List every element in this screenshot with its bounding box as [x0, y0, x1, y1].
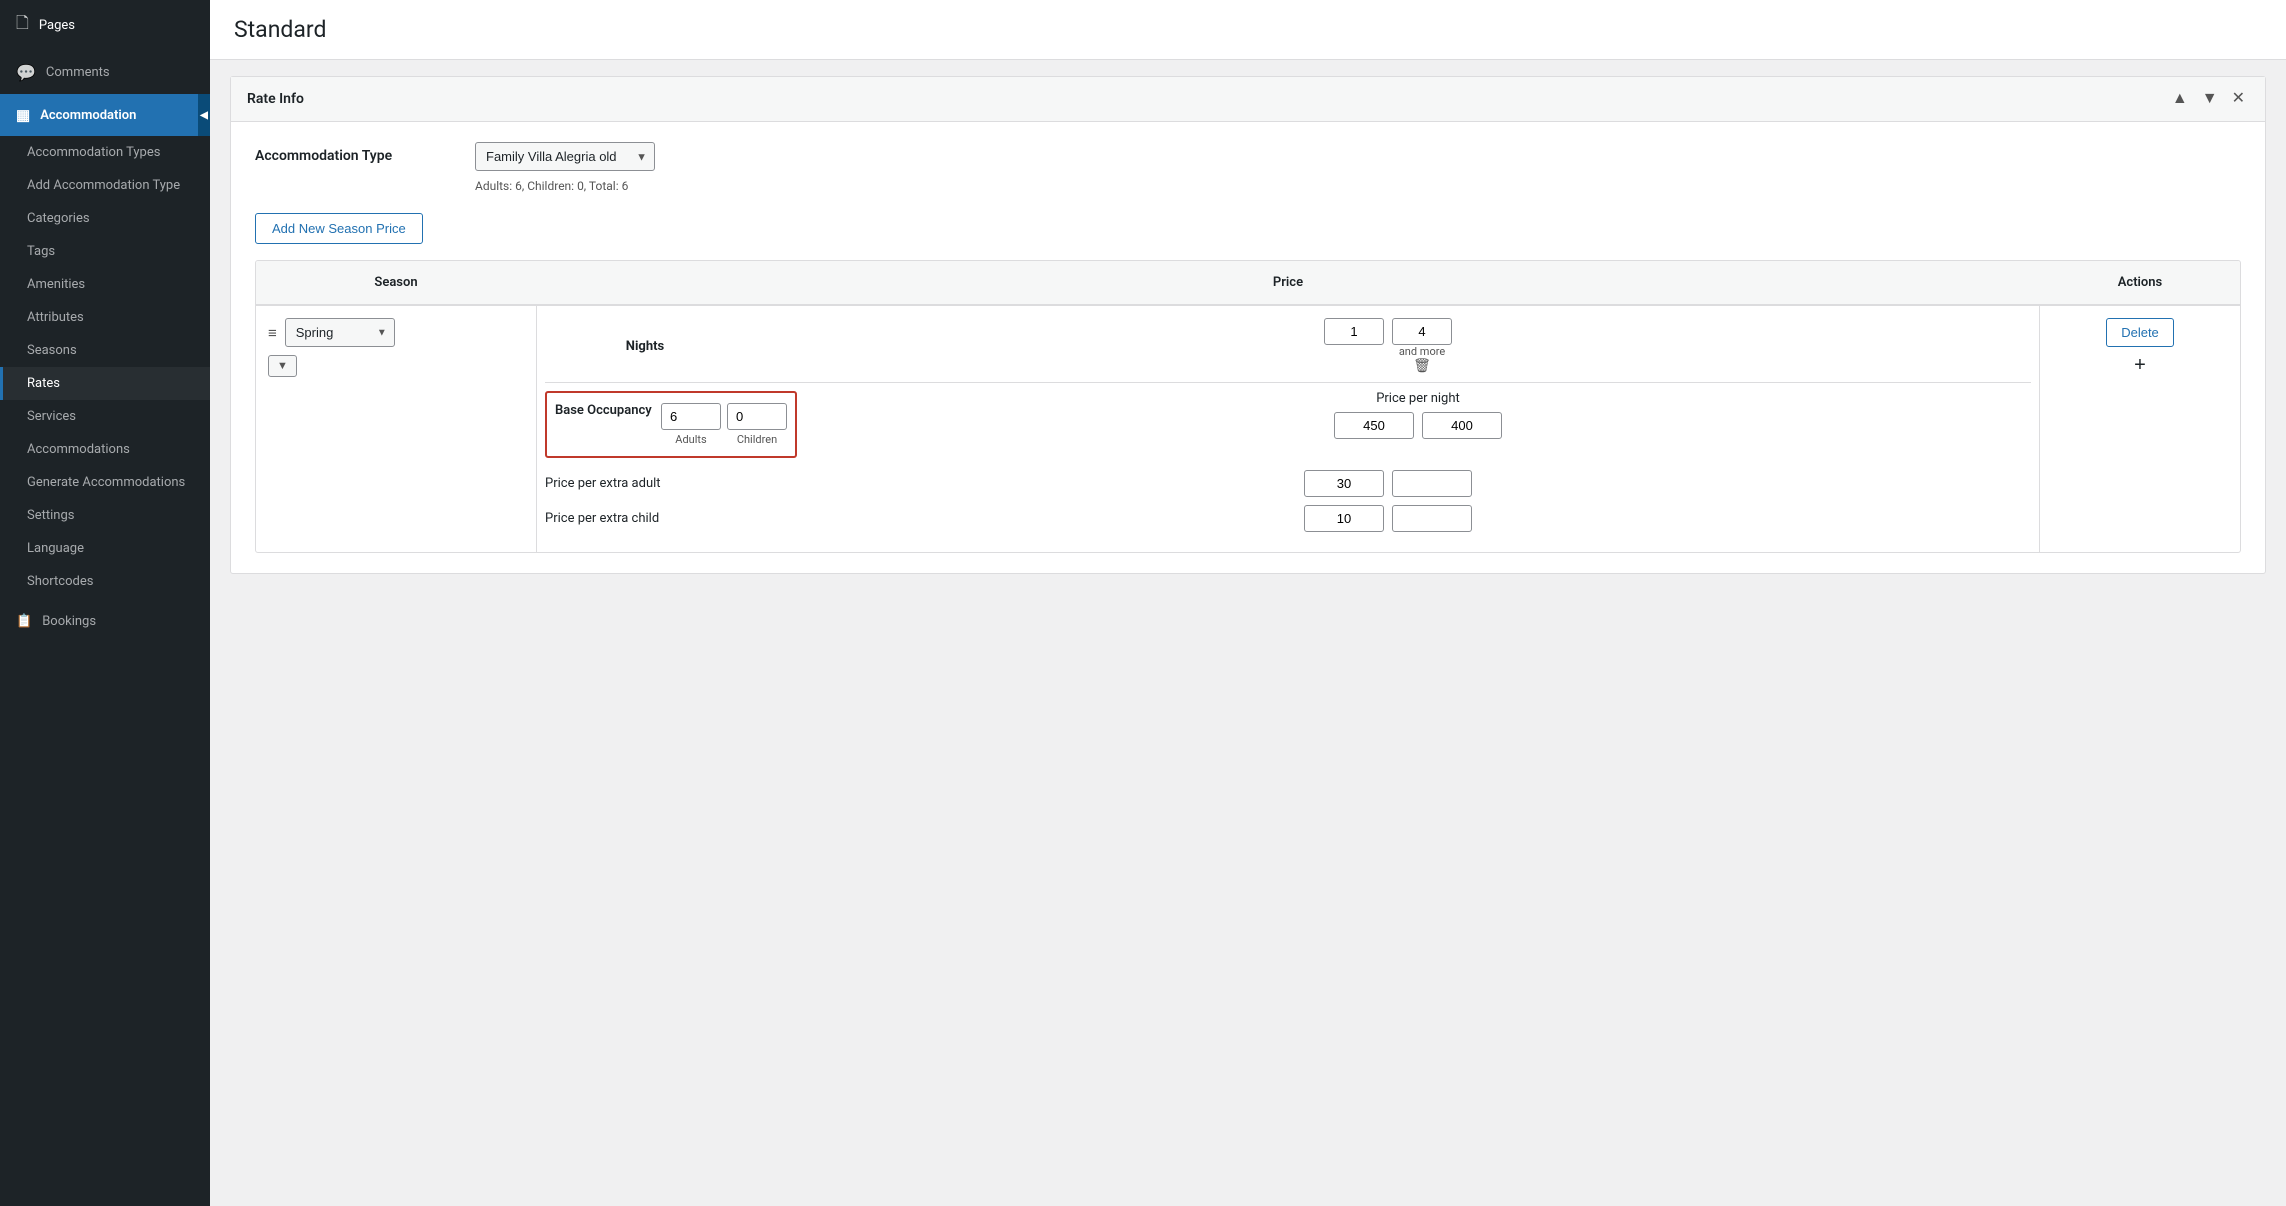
actions-col-header: Actions [2040, 271, 2240, 294]
sidebar-section-arrow: ◀ [198, 94, 210, 136]
page-title-bar: Standard [210, 0, 2286, 60]
delete-night-col-icon[interactable]: 🗑 [1413, 358, 1431, 374]
ppn-section: Price per night [797, 391, 2031, 439]
panel-collapse-down-btn[interactable]: ▼ [2198, 89, 2222, 109]
night-col1-input[interactable] [1324, 318, 1384, 345]
season-table-header: Season Price Actions [256, 261, 2240, 305]
panel-title: Rate Info [247, 91, 304, 107]
sidebar-item-tags[interactable]: Tags [0, 235, 210, 268]
base-occ-label-wrap: Base Occupancy Adults Children [545, 391, 797, 458]
season-col-header: Season [256, 271, 536, 294]
sidebar-item-attributes[interactable]: Attributes [0, 301, 210, 334]
sidebar-item-comments-label: Comments [46, 65, 110, 80]
accommodation-type-select[interactable]: Family Villa Alegria old [475, 142, 655, 171]
price-col-header: Price [536, 271, 2040, 294]
extra-adult-row: Price per extra adult [545, 470, 2031, 497]
ppn-inputs [1334, 412, 1502, 439]
price-night2-input[interactable] [1422, 412, 1502, 439]
night-col1-display [1324, 318, 1384, 374]
extra-child-price1-input[interactable] [1304, 505, 1384, 532]
sidebar-item-seasons[interactable]: Seasons [0, 334, 210, 367]
extra-adult-inputs [745, 470, 2031, 497]
panel-controls: ▲ ▼ ✕ [2168, 89, 2249, 109]
season-expand-btn[interactable]: ▼ [268, 355, 297, 377]
nights-header-row: Nights and more 🗑 [545, 318, 2031, 383]
drag-handle-icon[interactable]: ≡ [268, 324, 277, 342]
night-col2-display: and more 🗑 [1392, 318, 1452, 374]
base-occupancy-label: Base Occupancy [555, 403, 655, 418]
children-input-group: Children [727, 403, 787, 446]
sidebar-section-label: Accommodation [40, 108, 136, 123]
accommodation-type-subtext: Adults: 6, Children: 0, Total: 6 [475, 179, 655, 193]
and-more-label: and more [1399, 345, 1445, 358]
extra-adult-price1-input[interactable] [1304, 470, 1384, 497]
sidebar-item-language[interactable]: Language [0, 532, 210, 565]
price-night1-input[interactable] [1334, 412, 1414, 439]
panel-close-btn[interactable]: ✕ [2228, 89, 2249, 109]
sidebar-item-services[interactable]: Services [0, 400, 210, 433]
adults-input-group: Adults [661, 403, 721, 446]
accommodation-type-label: Accommodation Type [255, 142, 455, 164]
extra-child-label: Price per extra child [545, 511, 745, 526]
add-season-price-button[interactable]: Add New Season Price [255, 213, 423, 244]
season-expand-btn-wrap: ▼ [268, 355, 297, 377]
extra-adult-label: Price per extra adult [545, 476, 745, 491]
extra-adult-price2-input[interactable] [1392, 470, 1472, 497]
season-table-row: ≡ Spring Summer Fall Winter ▼ [256, 305, 2240, 552]
accommodation-type-control: Family Villa Alegria old ▼ Adults: 6, Ch… [475, 142, 655, 193]
panel-body: Accommodation Type Family Villa Alegria … [231, 122, 2265, 573]
sidebar-item-rates[interactable]: Rates [0, 367, 210, 400]
sidebar-item-bookings[interactable]: 📋 Bookings [0, 602, 210, 641]
nights-label: Nights [545, 339, 745, 354]
sidebar-item-bookings-label: Bookings [42, 614, 96, 629]
content-area: Rate Info ▲ ▼ ✕ Accommodation Type Famil… [210, 60, 2286, 1206]
night-col2-input[interactable] [1392, 318, 1452, 345]
season-select-wrapper: Spring Summer Fall Winter ▼ [285, 318, 395, 347]
season-col-middle: Nights and more 🗑 [536, 306, 2040, 552]
sidebar-item-add-accommodation-type[interactable]: Add Accommodation Type [0, 169, 210, 202]
rate-info-panel: Rate Info ▲ ▼ ✕ Accommodation Type Famil… [230, 76, 2266, 574]
comments-icon: 💬 [16, 63, 36, 82]
nights-inputs: and more 🗑 [745, 318, 2031, 374]
delete-button[interactable]: Delete [2106, 318, 2174, 347]
sidebar-item-generate-accommodations[interactable]: Generate Accommodations [0, 466, 210, 499]
add-column-button[interactable]: + [2134, 355, 2146, 375]
pages-icon: 🗋 [16, 12, 29, 39]
sidebar-item-accommodation-types[interactable]: Accommodation Types [0, 136, 210, 169]
accommodation-type-row: Accommodation Type Family Villa Alegria … [255, 142, 2241, 193]
sidebar-item-comments[interactable]: 💬 Comments [0, 51, 210, 94]
children-label: Children [737, 433, 777, 446]
sidebar-item-categories[interactable]: Categories [0, 202, 210, 235]
accommodation-section-icon: ▦ [16, 106, 30, 124]
season-table: Season Price Actions ≡ Spring [255, 260, 2241, 553]
adults-label: Adults [675, 433, 706, 446]
season-col-right: Delete + [2040, 306, 2240, 387]
sidebar-item-pages[interactable]: 🗋 Pages [0, 0, 210, 51]
sidebar-item-accommodations[interactable]: Accommodations [0, 433, 210, 466]
season-select[interactable]: Spring Summer Fall Winter [285, 318, 395, 347]
panel-header: Rate Info ▲ ▼ ✕ [231, 77, 2265, 122]
page-title: Standard [234, 16, 2262, 43]
accommodation-type-select-wrapper: Family Villa Alegria old ▼ [475, 142, 655, 171]
main-content: Standard Rate Info ▲ ▼ ✕ Accommodation T… [210, 0, 2286, 1206]
season-row-controls: ≡ Spring Summer Fall Winter ▼ [268, 318, 395, 347]
sidebar-item-pages-label: Pages [39, 18, 75, 33]
children-input[interactable] [727, 403, 787, 430]
adults-input[interactable] [661, 403, 721, 430]
sidebar-item-amenities[interactable]: Amenities [0, 268, 210, 301]
panel-collapse-up-btn[interactable]: ▲ [2168, 89, 2192, 109]
base-occupancy-row: Base Occupancy Adults Children [545, 391, 2031, 458]
extra-child-inputs [745, 505, 2031, 532]
extra-child-row: Price per extra child [545, 505, 2031, 532]
bookings-icon: 📋 [16, 614, 32, 629]
extra-child-price2-input[interactable] [1392, 505, 1472, 532]
sidebar-item-shortcodes[interactable]: Shortcodes [0, 565, 210, 598]
sidebar-item-settings[interactable]: Settings [0, 499, 210, 532]
season-col-left: ≡ Spring Summer Fall Winter ▼ [256, 306, 536, 389]
sidebar-section-accommodation[interactable]: ▦ Accommodation ◀ [0, 94, 210, 136]
ppn-label: Price per night [1376, 391, 1460, 406]
sidebar: 🗋 Pages 💬 Comments ▦ Accommodation ◀ Acc… [0, 0, 210, 1206]
